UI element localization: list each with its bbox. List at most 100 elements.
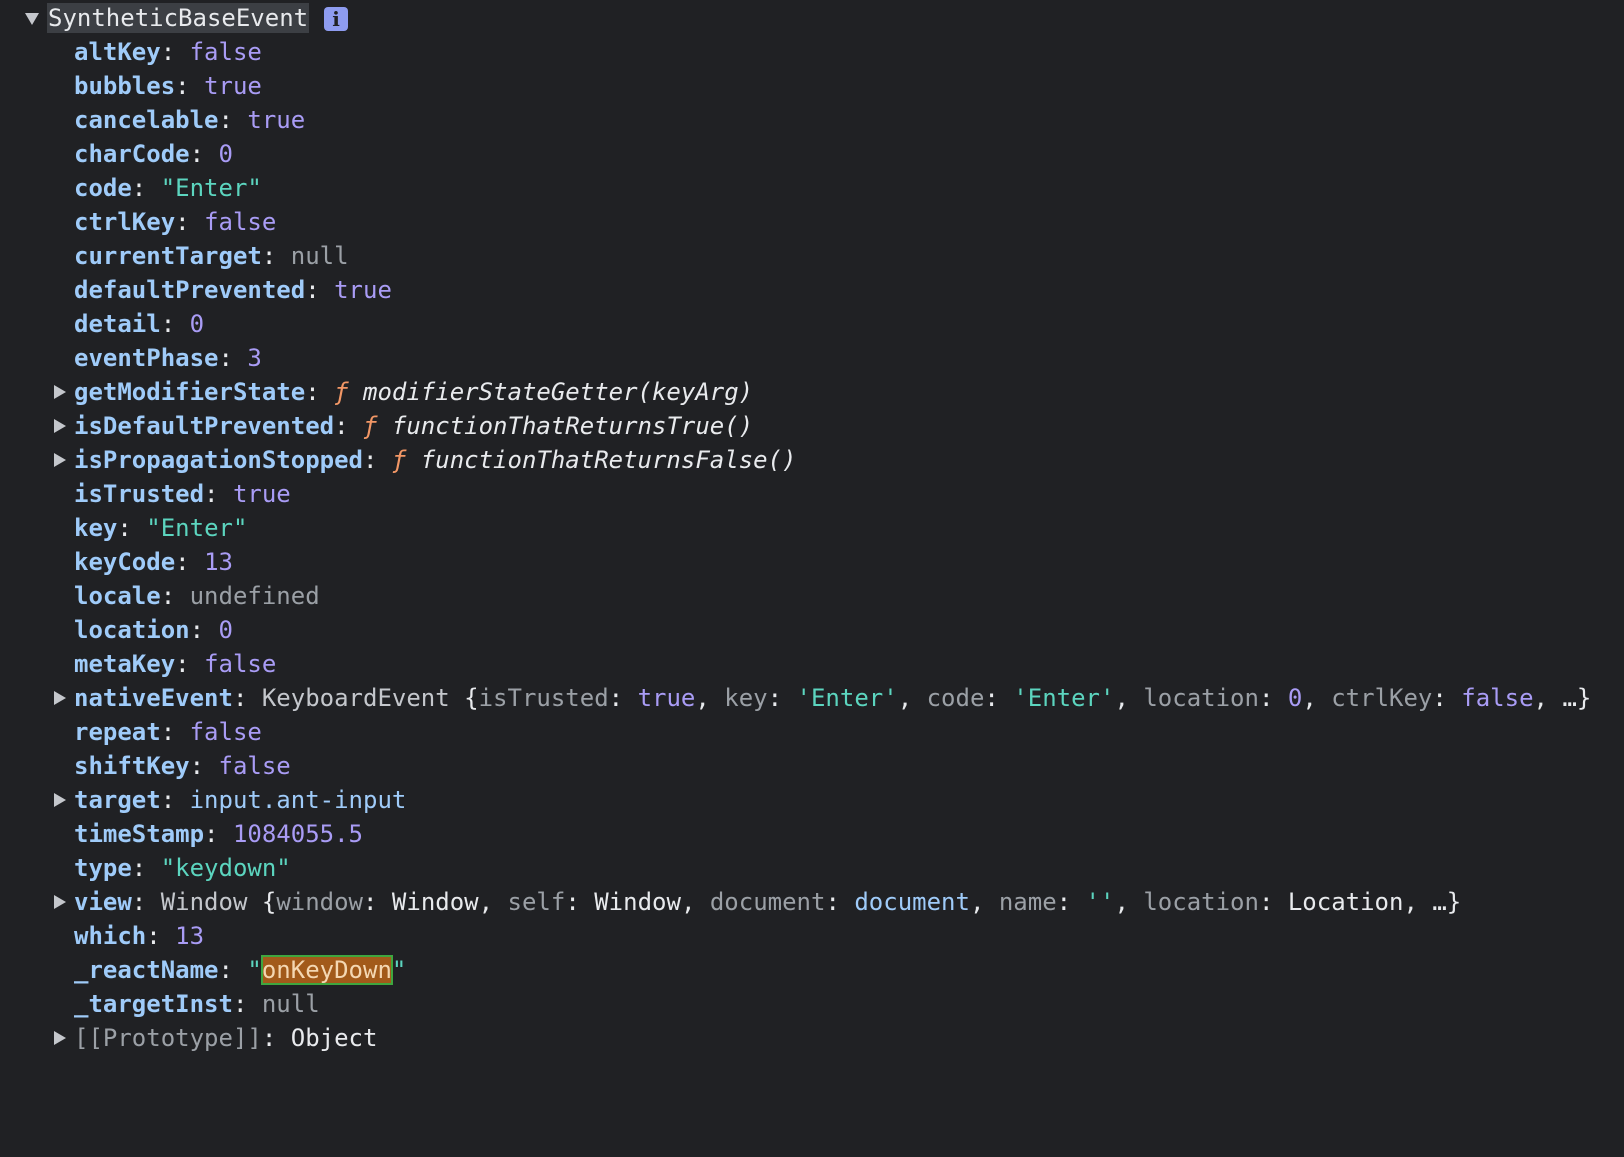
property-value: "Enter" xyxy=(146,514,248,542)
property-value: functionThatReturnsTrue() xyxy=(391,412,754,440)
property-key: target xyxy=(74,786,161,814)
property-value: true xyxy=(232,480,291,508)
property-row-type: type: "keydown" xyxy=(74,854,291,882)
property-row-nativeEvent[interactable]: nativeEvent: KeyboardEvent {isTrusted: t… xyxy=(0,681,1624,715)
object-header-row[interactable]: SyntheticBaseEvent i xyxy=(0,1,1624,35)
property-key: detail xyxy=(74,310,161,338)
preview-key: key xyxy=(724,684,768,712)
property-value: 3 xyxy=(247,344,262,372)
property-row-cancelable: cancelable: true xyxy=(74,106,306,134)
property-row-locale: locale: undefined xyxy=(74,582,320,610)
function-icon: ƒ xyxy=(334,378,349,406)
preview-value: Window xyxy=(594,888,681,916)
preview-value: 'Enter' xyxy=(1013,684,1115,712)
preview-key: code xyxy=(926,684,985,712)
property-row-altKey: altKey: false xyxy=(74,38,262,66)
expand-triangle-right-icon[interactable] xyxy=(54,1031,66,1045)
property-value: 13 xyxy=(175,922,205,950)
property-value: null xyxy=(290,242,349,270)
property-value: false xyxy=(204,650,277,678)
preview-key: location xyxy=(1143,684,1259,712)
property-key: code xyxy=(74,174,132,202)
property-value: 1084055.5 xyxy=(232,820,363,848)
property-key: ctrlKey xyxy=(74,208,176,236)
property-row-detail: detail: 0 xyxy=(74,310,205,338)
preview-key: location xyxy=(1143,888,1259,916)
property-row-metaKey: metaKey: false xyxy=(74,650,277,678)
string-quote: " xyxy=(391,956,407,984)
property-value: false xyxy=(189,718,262,746)
property-value: 13 xyxy=(204,548,233,576)
expand-triangle-right-icon[interactable] xyxy=(54,895,66,909)
property-key: bubbles xyxy=(74,72,176,100)
property-value: 0 xyxy=(189,310,205,338)
preview-value: document xyxy=(854,888,970,916)
expand-triangle-right-icon[interactable] xyxy=(54,453,66,467)
expand-triangle-right-icon[interactable] xyxy=(54,793,66,807)
property-row-target[interactable]: target: input.ant-input xyxy=(0,783,600,817)
property-row-keyCode: keyCode: 13 xyxy=(74,548,233,576)
expand-triangle-right-icon[interactable] xyxy=(54,691,66,705)
search-highlight: onKeyDown xyxy=(260,955,393,985)
property-value: 0 xyxy=(218,616,233,644)
property-key: isDefaultPrevented xyxy=(74,412,335,440)
property-key: charCode xyxy=(74,140,190,168)
property-row-repeat: repeat: false xyxy=(74,718,262,746)
property-value: modifierStateGetter(keyArg) xyxy=(363,378,754,406)
property-key: key xyxy=(74,514,118,542)
expand-triangle-down-icon[interactable] xyxy=(25,13,39,25)
expand-triangle-right-icon[interactable] xyxy=(54,419,66,433)
preview-value: '' xyxy=(1085,888,1115,916)
property-key: timeStamp xyxy=(74,820,205,848)
property-value: false xyxy=(218,752,291,780)
property-key: altKey xyxy=(74,38,161,66)
property-row-reactName: _reactName: "onKeyDown" xyxy=(74,955,407,985)
property-value: undefined xyxy=(189,582,320,610)
preview-value: 'Enter' xyxy=(796,684,898,712)
property-key: eventPhase xyxy=(74,344,219,372)
property-value: true xyxy=(334,276,392,304)
object-class: Window xyxy=(160,888,248,916)
object-class: KeyboardEvent xyxy=(261,684,450,712)
property-value: false xyxy=(189,38,262,66)
preview-key: name xyxy=(998,888,1057,916)
preview-key: ctrlKey xyxy=(1331,684,1433,712)
preview-key: window xyxy=(276,888,364,916)
property-row-timeStamp: timeStamp: 1084055.5 xyxy=(74,820,363,848)
property-value: false xyxy=(204,208,277,236)
function-icon: ƒ xyxy=(391,446,407,474)
property-value: functionThatReturnsFalse() xyxy=(420,446,797,474)
property-key: isTrusted xyxy=(74,480,205,508)
property-key: nativeEvent xyxy=(74,684,233,712)
property-value: 0 xyxy=(218,140,233,168)
property-row-key: key: "Enter" xyxy=(74,514,248,542)
property-key: which xyxy=(74,922,147,950)
property-value: null xyxy=(261,990,320,1018)
property-key: metaKey xyxy=(74,650,176,678)
property-row-prototype[interactable]: [[Prototype]]: Object xyxy=(0,1021,600,1055)
object-class-name: SyntheticBaseEvent xyxy=(47,3,310,33)
property-value: true xyxy=(204,72,262,100)
property-row-location: location: 0 xyxy=(74,616,233,644)
preview-key: isTrusted xyxy=(478,684,609,712)
property-key: keyCode xyxy=(74,548,176,576)
property-value: Object xyxy=(290,1024,378,1052)
property-key: type xyxy=(74,854,132,882)
info-icon[interactable]: i xyxy=(324,7,348,31)
property-value[interactable]: input.ant-input xyxy=(190,786,407,814)
property-row-which: which: 13 xyxy=(74,922,205,950)
property-row-view[interactable]: view: Window {window: Window, self: Wind… xyxy=(0,885,1624,919)
property-row-getModifierState[interactable]: getModifierState: ƒ modifierStateGetter(… xyxy=(0,375,900,409)
function-icon: ƒ xyxy=(363,412,378,440)
preview-key: document xyxy=(709,888,826,916)
property-row-ctrlKey: ctrlKey: false xyxy=(74,208,277,236)
property-key: shiftKey xyxy=(74,752,190,780)
property-row-currentTarget: currentTarget: null xyxy=(74,242,349,270)
preview-value: 0 xyxy=(1287,684,1303,712)
property-row-isDefaultPrevented[interactable]: isDefaultPrevented: ƒ functionThatReturn… xyxy=(0,409,900,443)
property-value: true xyxy=(247,106,306,134)
expand-triangle-right-icon[interactable] xyxy=(54,385,66,399)
preview-ellipsis: …} xyxy=(1432,888,1462,916)
preview-key: self xyxy=(507,888,566,916)
property-row-isPropagationStopped[interactable]: isPropagationStopped: ƒ functionThatRetu… xyxy=(0,443,900,477)
